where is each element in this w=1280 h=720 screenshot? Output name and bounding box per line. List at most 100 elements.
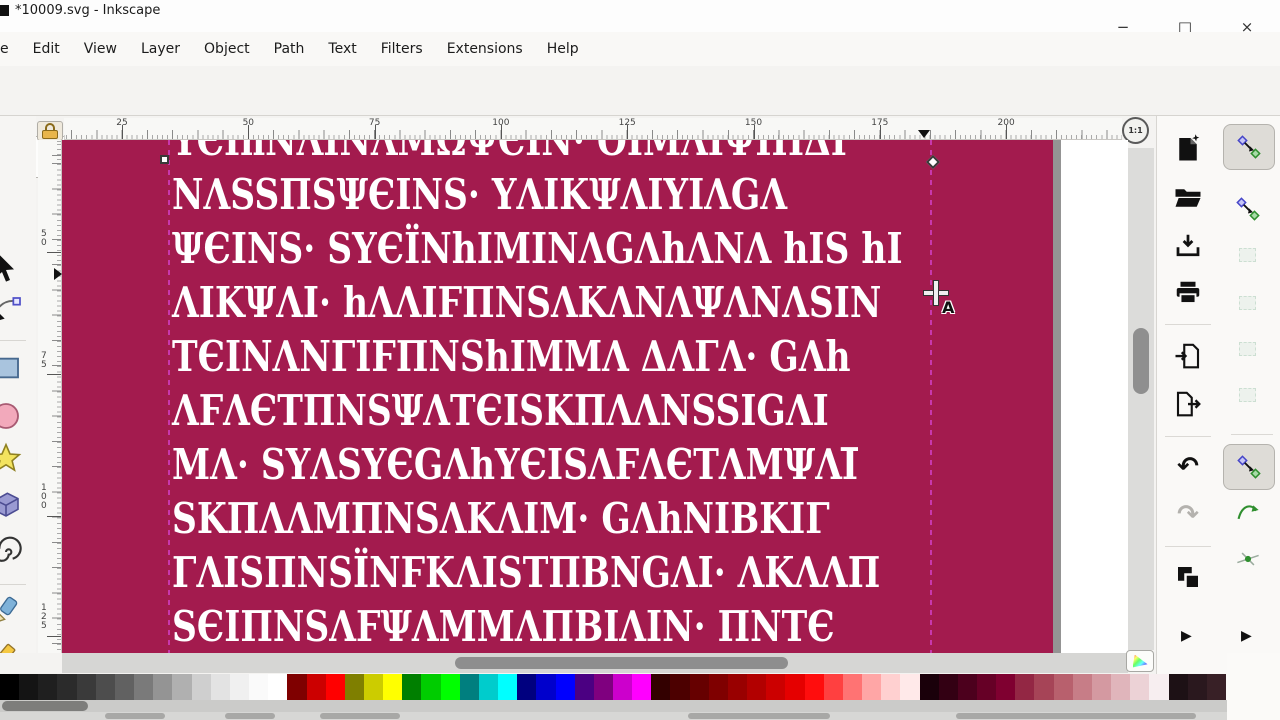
- palette-swatch[interactable]: [172, 674, 192, 700]
- palette-scrollbar-thumb[interactable]: [2, 701, 88, 711]
- palette-swatch[interactable]: [0, 674, 20, 700]
- text-frame-left-edge[interactable]: [168, 140, 170, 653]
- palette-swatch[interactable]: [1053, 674, 1073, 700]
- menu-item-text[interactable]: Text: [328, 41, 356, 57]
- marker-tool[interactable]: [0, 594, 22, 626]
- palette-swatch[interactable]: [57, 674, 77, 700]
- menu-item-path[interactable]: Path: [274, 41, 305, 57]
- canvas-text-line[interactable]: ΓΛΙSΠΝSΪΝϜΚΛΙSΤΠΒΝGΛΙ· ΛΚΛΛΠ: [172, 548, 880, 597]
- snap-master-toggle[interactable]: [1223, 124, 1275, 170]
- star-tool[interactable]: [0, 442, 22, 474]
- palette-swatch[interactable]: [363, 674, 384, 700]
- pencil-tool[interactable]: [0, 642, 22, 653]
- snap-path-curve-icon[interactable]: [1235, 500, 1261, 526]
- palette-swatch[interactable]: [459, 674, 479, 700]
- menu-item-object[interactable]: Object: [204, 41, 250, 57]
- palette-swatch[interactable]: [1130, 674, 1150, 700]
- palette-swatch[interactable]: [747, 674, 767, 700]
- palette-swatch[interactable]: [651, 674, 671, 700]
- palette-swatch[interactable]: [38, 674, 58, 700]
- export-icon[interactable]: [1173, 389, 1203, 419]
- palette-swatch[interactable]: [708, 674, 728, 700]
- palette-swatch[interactable]: [19, 674, 39, 700]
- palette-swatch[interactable]: [996, 674, 1016, 700]
- palette-swatch[interactable]: [536, 674, 556, 700]
- menu-item-filters[interactable]: Filters: [381, 41, 423, 57]
- snap-overflow-arrow[interactable]: ▶: [1241, 628, 1252, 644]
- vertical-scrollbar-thumb[interactable]: [1133, 328, 1149, 394]
- menu-item-edit[interactable]: Edit: [33, 41, 60, 57]
- snap-paths-icon[interactable]: [1239, 296, 1256, 310]
- spiral-tool[interactable]: [0, 536, 22, 568]
- open-document-icon[interactable]: [1173, 183, 1203, 213]
- palette-swatch[interactable]: [1187, 674, 1207, 700]
- canvas-text-line[interactable]: SΚΠΛΛΜΠΝSΛΚΛΙΜ· GΛhΝΙΒΚΙΓ: [172, 494, 830, 543]
- palette-swatch[interactable]: [1111, 674, 1131, 700]
- palette-swatch[interactable]: [1206, 674, 1226, 700]
- menu-item-view[interactable]: View: [84, 41, 117, 57]
- text-frame-right-edge[interactable]: [930, 140, 932, 653]
- snap-path-intersection-icon[interactable]: [1235, 546, 1261, 572]
- palette-swatch[interactable]: [1015, 674, 1035, 700]
- undo-icon[interactable]: ↶: [1173, 452, 1203, 482]
- palette-swatch[interactable]: [268, 674, 288, 700]
- rectangle-tool[interactable]: [0, 352, 22, 384]
- palette-swatch[interactable]: [727, 674, 748, 700]
- palette-swatch[interactable]: [555, 674, 575, 700]
- horizontal-ruler[interactable]: 25 50 75 100 125 150 175 200: [64, 118, 1122, 140]
- palette-swatch[interactable]: [842, 674, 863, 700]
- canvas-text-line[interactable]: ΝΛSSΠSΨЄΙΝS· ΥΛΙΚΨΛΙΥΙΛGΛ: [172, 170, 787, 219]
- canvas-text-line[interactable]: ΛϜΛЄΤΠΝSΨΛΤЄΙSΚΠΛΛΝSSΙGΛΙ: [172, 386, 829, 435]
- palette-swatch[interactable]: [498, 674, 518, 700]
- save-document-icon[interactable]: [1173, 231, 1203, 261]
- canvas-text-line[interactable]: ΜΛ· SΥΛSΥЄGΛhΥЄΙSΛϜΛЄΤΛΜΨΛΙ̅: [172, 440, 858, 489]
- commands-overflow-arrow[interactable]: ▶: [1181, 628, 1192, 644]
- palette-swatch[interactable]: [881, 674, 901, 700]
- palette-swatch[interactable]: [1072, 674, 1092, 700]
- palette-swatch[interactable]: [938, 674, 958, 700]
- new-document-icon[interactable]: [1173, 133, 1203, 163]
- palette-swatch[interactable]: [402, 674, 422, 700]
- selector-tool[interactable]: [0, 252, 22, 284]
- palette-swatch[interactable]: [383, 674, 403, 700]
- palette-swatch[interactable]: [95, 674, 115, 700]
- palette-swatch[interactable]: [766, 674, 786, 700]
- palette-swatch[interactable]: [593, 674, 613, 700]
- palette-swatch[interactable]: [862, 674, 882, 700]
- import-icon[interactable]: [1173, 341, 1203, 371]
- snap-advanced-toggle[interactable]: [1223, 444, 1275, 490]
- palette-swatch[interactable]: [976, 674, 997, 700]
- snap-centers-icon[interactable]: [1239, 342, 1256, 356]
- vertical-ruler[interactable]: 5 0 7 5 1 0 0 1 2 5: [38, 140, 62, 653]
- palette-swatch[interactable]: [249, 674, 269, 700]
- palette-swatch[interactable]: [689, 674, 709, 700]
- palette-swatch[interactable]: [1091, 674, 1112, 700]
- palette-swatch[interactable]: [325, 674, 345, 700]
- box-3d-tool[interactable]: [0, 488, 22, 520]
- palette-swatch[interactable]: [440, 674, 460, 700]
- snap-bounding-box-icon[interactable]: [1235, 196, 1261, 222]
- node-tool[interactable]: [0, 292, 22, 324]
- palette-swatch[interactable]: [823, 674, 843, 700]
- duplicate-icon[interactable]: [1173, 562, 1203, 592]
- ellipse-tool[interactable]: [0, 400, 22, 432]
- horizontal-scrollbar[interactable]: [62, 653, 1128, 673]
- palette-swatch[interactable]: [900, 674, 920, 700]
- vertical-scrollbar[interactable]: [1128, 148, 1154, 650]
- canvas-text-line[interactable]: ΥЄΪhΝΛΙΝΛΜΩΨЄΙΝ· ΟΙΜΛΙΨΙΠΔΙ: [172, 140, 847, 165]
- canvas-text-line[interactable]: ΤЄΙΝΛΝΓΙϜΠΝShΙΜΜΛ ΔΛΓΛ· GΛh: [172, 332, 851, 381]
- palette-swatch[interactable]: [421, 674, 441, 700]
- palette-swatch[interactable]: [344, 674, 364, 700]
- palette-swatch[interactable]: [229, 674, 250, 700]
- palette-swatch[interactable]: [670, 674, 690, 700]
- palette-swatch[interactable]: [287, 674, 307, 700]
- ruler-lock-icon[interactable]: [37, 121, 63, 141]
- palette-swatch[interactable]: [613, 674, 633, 700]
- menu-item-extensions[interactable]: Extensions: [447, 41, 523, 57]
- palette-swatch[interactable]: [478, 674, 499, 700]
- palette-scrollbar[interactable]: [0, 700, 1227, 712]
- palette-swatch[interactable]: [114, 674, 135, 700]
- palette-swatch[interactable]: [804, 674, 824, 700]
- horizontal-scrollbar-thumb[interactable]: [455, 657, 788, 669]
- palette-swatch[interactable]: [210, 674, 230, 700]
